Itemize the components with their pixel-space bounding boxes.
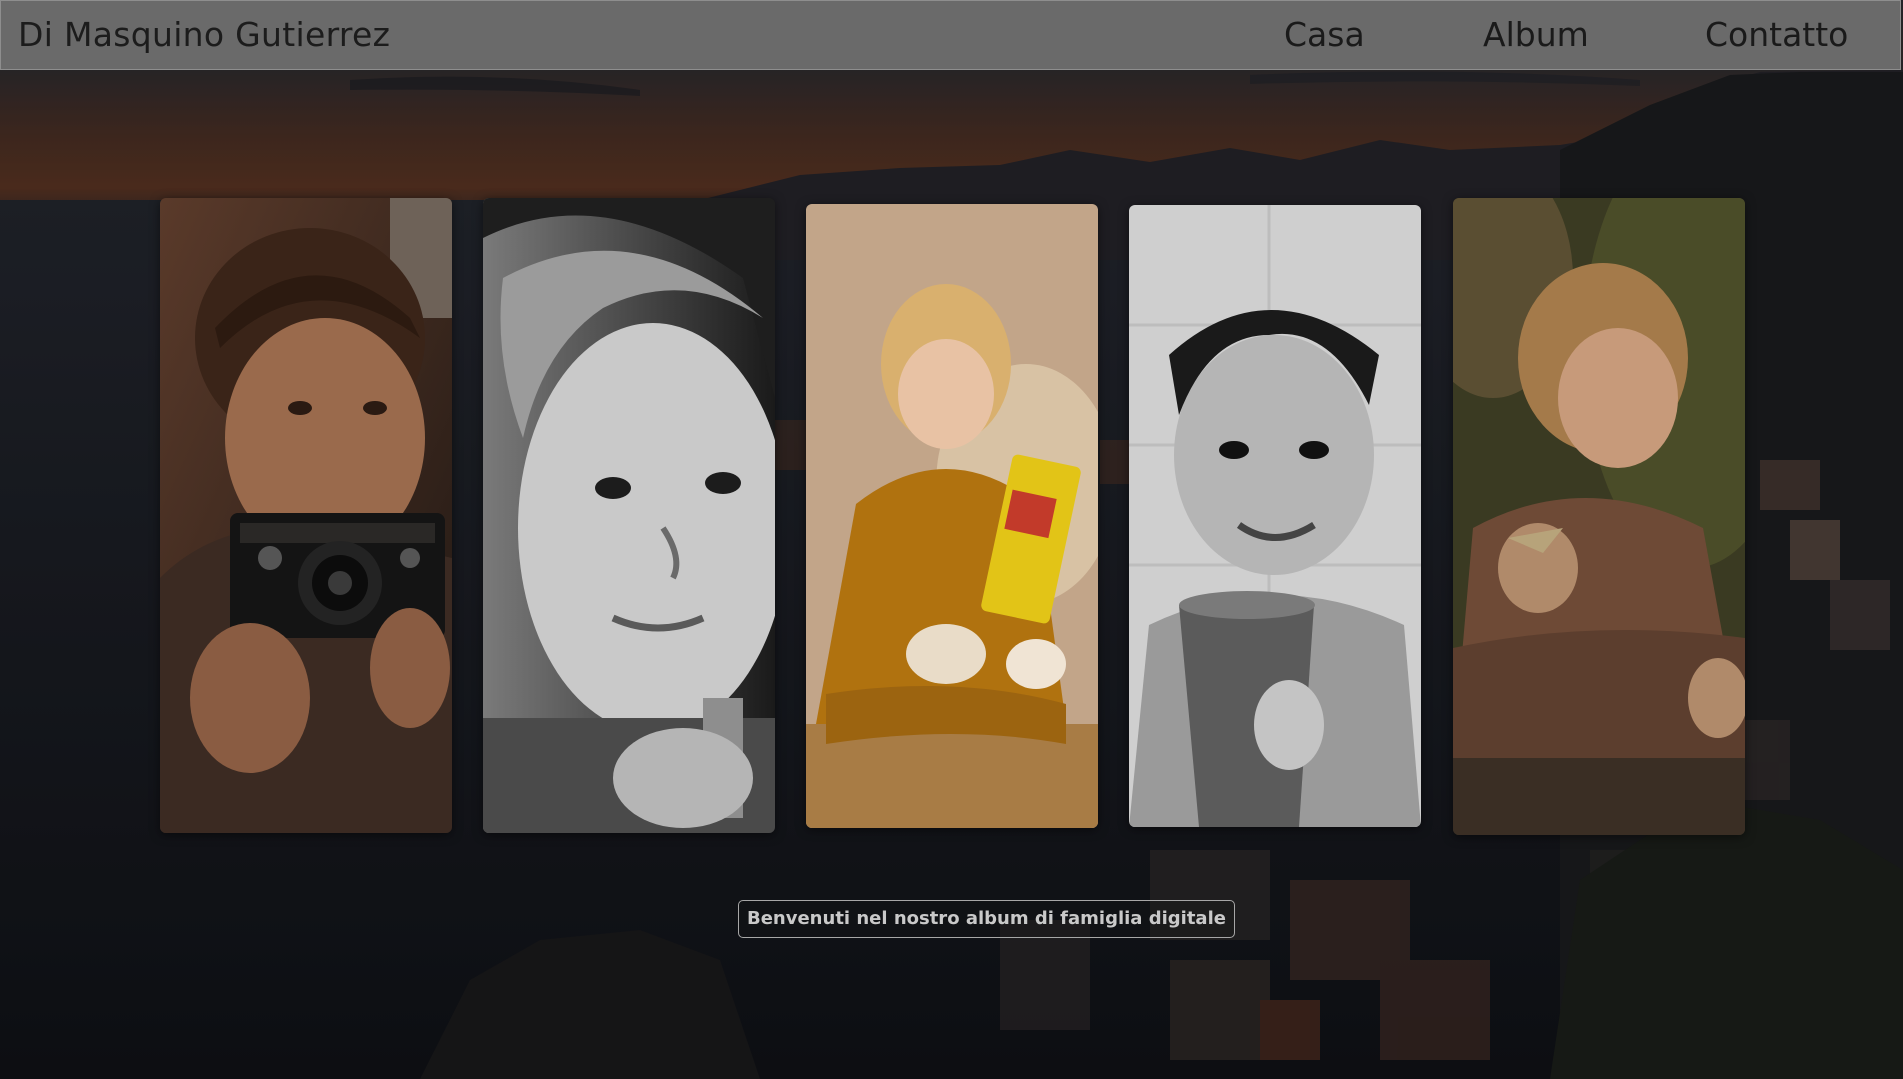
photo-toddler-eating-biscuit: [1453, 198, 1745, 835]
photo-card-child-with-cup-bw[interactable]: [1129, 205, 1421, 827]
photo-child-with-cup-bw: [1129, 205, 1421, 827]
photo-card-toddler-eating-biscuit[interactable]: [1453, 198, 1745, 835]
welcome-caption: Benvenuti nel nostro album di famiglia d…: [738, 900, 1235, 938]
photo-card-child-portrait-bw[interactable]: [483, 198, 775, 833]
nav-link-contatto[interactable]: Contatto: [1705, 15, 1848, 54]
photo-toddler-reading-book: [806, 204, 1098, 828]
nav-link-casa[interactable]: Casa: [1284, 15, 1365, 54]
nav-link-album[interactable]: Album: [1483, 15, 1589, 54]
photo-child-with-camera: [160, 198, 452, 833]
top-navbar: Di Masquino Gutierrez Casa Album Contatt…: [0, 0, 1901, 70]
site-brand[interactable]: Di Masquino Gutierrez: [18, 15, 390, 54]
photo-child-portrait-bw: [483, 198, 775, 833]
photo-card-toddler-reading-book[interactable]: [806, 204, 1098, 828]
photo-card-child-with-camera[interactable]: [160, 198, 452, 833]
